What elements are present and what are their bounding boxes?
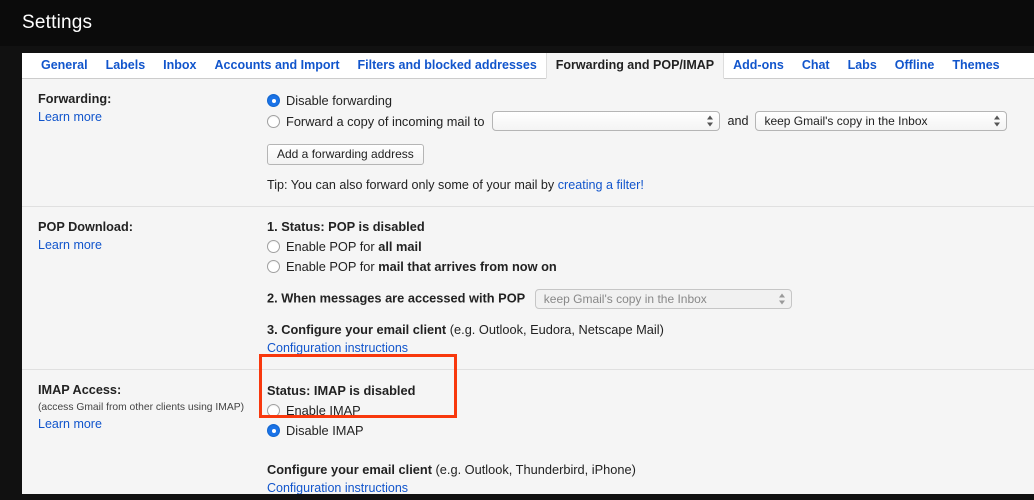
pop-status-text: Status: POP is disabled <box>281 219 425 234</box>
imap-enable-label[interactable]: Enable IMAP <box>286 402 361 419</box>
pop-learn-more-link[interactable]: Learn more <box>38 237 102 254</box>
pop-step1-status: 1. Status: POP is disabled <box>267 218 1024 236</box>
forwarding-tip-text: Tip: You can also forward only some of y… <box>267 178 558 192</box>
forwarding-copy-action-value: keep Gmail's copy in the Inbox <box>764 114 928 128</box>
tab-offline[interactable]: Offline <box>886 53 944 78</box>
add-forwarding-address-button[interactable]: Add a forwarding address <box>267 144 424 165</box>
pop-enable-new-prefix: Enable POP for <box>286 259 379 274</box>
forwarding-tip: Tip: You can also forward only some of y… <box>267 177 1024 194</box>
pop-controls: 1. Status: POP is disabled Enable POP fo… <box>267 218 1034 357</box>
chevron-updown-icon <box>707 115 714 128</box>
create-filter-link[interactable]: creating a filter! <box>558 178 644 192</box>
imap-controls: Status: IMAP is disabled Enable IMAP Dis… <box>267 381 1034 494</box>
tab-forwarding-and-pop-imap[interactable]: Forwarding and POP/IMAP <box>545 53 725 79</box>
tab-add-ons[interactable]: Add-ons <box>724 53 793 78</box>
tab-labels[interactable]: Labels <box>97 53 155 78</box>
imap-status-text: Status: IMAP is disabled <box>267 383 416 398</box>
imap-enable-radio[interactable] <box>267 404 280 417</box>
tab-chat[interactable]: Chat <box>793 53 839 78</box>
disable-forwarding-radio[interactable] <box>267 94 280 107</box>
pop-enable-all-prefix: Enable POP for <box>286 239 379 254</box>
imap-status-row: Status: IMAP is disabled <box>267 382 1024 400</box>
forwarding-section: Forwarding: Learn more Disable forwardin… <box>22 79 1034 207</box>
pop-enable-new-bold: mail that arrives from now on <box>378 259 557 274</box>
and-conjunction: and <box>727 114 749 128</box>
forwarding-controls: Disable forwarding Forward a copy of inc… <box>267 90 1034 194</box>
imap-heading: IMAP Access: <box>38 383 122 397</box>
tab-inbox[interactable]: Inbox <box>154 53 205 78</box>
pop-download-section: POP Download: Learn more 1. Status: POP … <box>22 207 1034 370</box>
pop-label-col: POP Download: Learn more <box>22 218 267 357</box>
pop-configuration-instructions-link[interactable]: Configuration instructions <box>267 340 408 357</box>
forward-copy-row[interactable]: Forward a copy of incoming mail to and k… <box>267 111 1024 131</box>
pop-enable-all-label[interactable]: Enable POP for all mail <box>286 238 422 255</box>
imap-label-col: IMAP Access: (access Gmail from other cl… <box>22 381 267 494</box>
tab-labs[interactable]: Labs <box>839 53 886 78</box>
settings-page: General Labels Inbox Accounts and Import… <box>22 53 1034 494</box>
tab-themes[interactable]: Themes <box>943 53 1008 78</box>
pop-enable-all-bold: all mail <box>378 239 422 254</box>
pop-enable-new-radio[interactable] <box>267 260 280 273</box>
imap-disable-row[interactable]: Disable IMAP <box>267 421 1024 440</box>
pop-access-action-value: keep Gmail's copy in the Inbox <box>543 292 707 306</box>
pop-step3-rest: (e.g. Outlook, Eudora, Netscape Mail) <box>446 322 664 337</box>
imap-configuration-instructions-link[interactable]: Configuration instructions <box>267 480 408 494</box>
chevron-updown-icon <box>994 115 1001 128</box>
disable-forwarding-label[interactable]: Disable forwarding <box>286 92 392 109</box>
forwarding-learn-more-link[interactable]: Learn more <box>38 109 102 126</box>
imap-access-section: IMAP Access: (access Gmail from other cl… <box>22 370 1034 494</box>
imap-disable-radio[interactable] <box>267 424 280 437</box>
pop-step1-number: 1. <box>267 219 282 234</box>
settings-body: Forwarding: Learn more Disable forwardin… <box>22 79 1034 494</box>
window-titlebar: Settings <box>0 0 1034 46</box>
browser-window: Settings General Labels Inbox Accounts a… <box>0 0 1034 500</box>
disable-forwarding-row[interactable]: Disable forwarding <box>267 91 1024 110</box>
imap-sub-label: (access Gmail from other clients using I… <box>38 402 244 413</box>
pop-enable-new-label[interactable]: Enable POP for mail that arrives from no… <box>286 258 557 275</box>
pop-step2-label: 2. When messages are accessed with POP <box>267 290 526 306</box>
forwarding-address-select[interactable] <box>492 111 721 131</box>
forwarding-label-col: Forwarding: Learn more <box>22 90 267 194</box>
settings-tabstrip: General Labels Inbox Accounts and Import… <box>22 53 1034 79</box>
pop-heading: POP Download: <box>38 220 133 234</box>
imap-configure-rest: (e.g. Outlook, Thunderbird, iPhone) <box>431 462 636 477</box>
imap-enable-row[interactable]: Enable IMAP <box>267 401 1024 420</box>
pop-enable-new-row[interactable]: Enable POP for mail that arrives from no… <box>267 257 1024 276</box>
tab-filters-and-blocked-addresses[interactable]: Filters and blocked addresses <box>349 53 546 78</box>
imap-configure-row: Configure your email client (e.g. Outloo… <box>267 461 1024 479</box>
tab-general[interactable]: General <box>32 53 97 78</box>
pop-step2-row: 2. When messages are accessed with POP k… <box>267 289 1024 309</box>
pop-access-action-select[interactable]: keep Gmail's copy in the Inbox <box>534 289 792 309</box>
imap-learn-more-link[interactable]: Learn more <box>38 416 102 433</box>
forward-copy-label[interactable]: Forward a copy of incoming mail to <box>286 113 484 130</box>
forwarding-copy-action-select[interactable]: keep Gmail's copy in the Inbox <box>755 111 1008 131</box>
pop-enable-all-row[interactable]: Enable POP for all mail <box>267 237 1024 256</box>
pop-step3-bold: 3. Configure your email client <box>267 322 447 337</box>
page-title: Settings <box>22 12 93 33</box>
pop-step3-row: 3. Configure your email client (e.g. Out… <box>267 321 1024 339</box>
tab-accounts-and-import[interactable]: Accounts and Import <box>206 53 349 78</box>
imap-configure-bold: Configure your email client <box>267 462 432 477</box>
chevron-updown-icon <box>778 293 786 306</box>
forwarding-heading: Forwarding: <box>38 92 112 106</box>
pop-enable-all-radio[interactable] <box>267 240 280 253</box>
imap-disable-label[interactable]: Disable IMAP <box>286 422 364 439</box>
forward-copy-radio[interactable] <box>267 114 280 128</box>
